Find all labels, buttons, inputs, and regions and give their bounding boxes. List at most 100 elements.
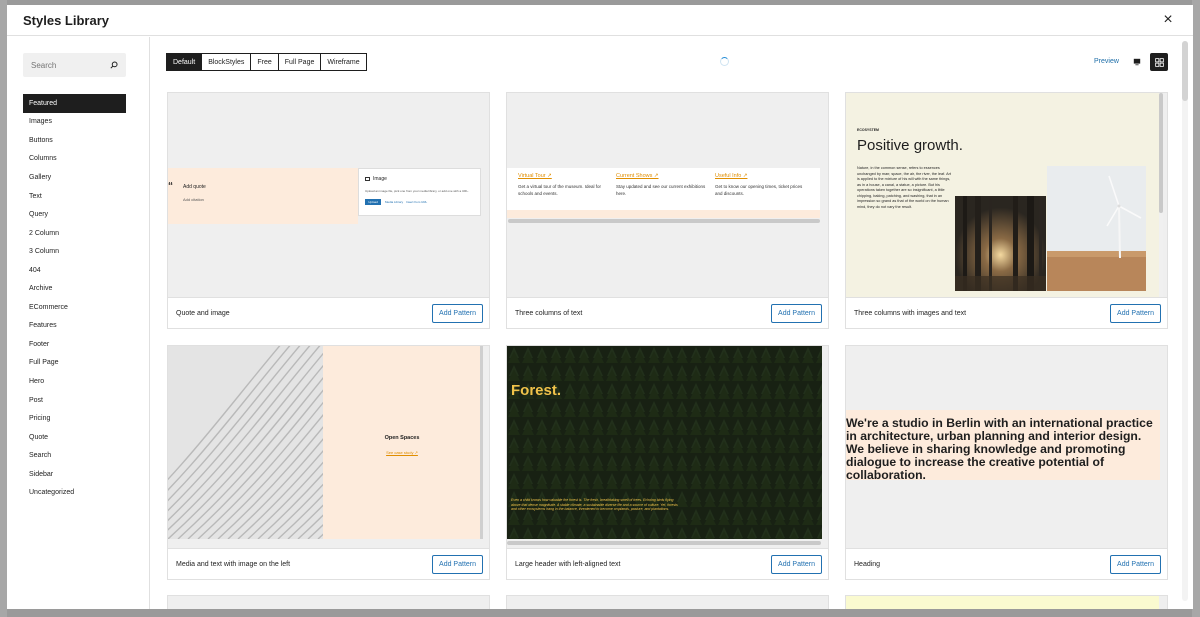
category-item[interactable]: Quote: [23, 428, 126, 447]
add-pattern-button[interactable]: Add Pattern: [771, 303, 822, 323]
loading-spinner-icon: [720, 57, 729, 66]
pattern-card-footer: Quote and image Add Pattern: [168, 298, 489, 328]
pattern-preview[interactable]: We're a studio in Berlin with an interna…: [846, 346, 1167, 549]
pattern-card[interactable]: ECOSYSTEM Positive growth. Nature, in th…: [845, 92, 1168, 329]
pattern-name: Three columns with images and text: [854, 309, 967, 317]
category-item[interactable]: Features: [23, 317, 126, 336]
preview-vscrollbar: [480, 346, 483, 539]
pattern-preview[interactable]: [168, 596, 489, 609]
tab-full-page[interactable]: Full Page: [277, 53, 322, 71]
media-text-panel: [323, 346, 481, 539]
search-box: [23, 53, 126, 77]
pattern-preview[interactable]: [846, 596, 1167, 609]
category-item[interactable]: 2 Column: [23, 224, 126, 243]
pattern-card[interactable]: Open Spaces See case study ↗ Media and t…: [167, 345, 490, 580]
upload-button: Upload: [365, 199, 381, 205]
category-item[interactable]: Hero: [23, 372, 126, 391]
quote-citation: Add citation: [183, 197, 204, 202]
add-pattern-button[interactable]: Add Pattern: [771, 554, 822, 574]
column-title: Current Shows ↗: [616, 173, 659, 179]
modal-title: Styles Library: [23, 12, 109, 28]
add-pattern-button[interactable]: Add Pattern: [1110, 554, 1161, 574]
category-item[interactable]: Pricing: [23, 409, 126, 428]
search-icon[interactable]: [110, 61, 118, 69]
category-item[interactable]: Columns: [23, 150, 126, 169]
tab-wireframe[interactable]: Wireframe: [320, 53, 367, 71]
category-item[interactable]: Buttons: [23, 131, 126, 150]
style-tabs: Default BlockStyles Free Full Page Wireframe: [166, 53, 367, 71]
column-desc: Stay updated and see our current exhibit…: [616, 184, 706, 196]
quote-block: [168, 168, 358, 224]
pattern-name: Heading: [854, 560, 881, 568]
pattern-card[interactable]: “ Add quote Add citation Image Upload an…: [167, 92, 490, 329]
category-item[interactable]: Gallery: [23, 168, 126, 187]
pattern-scrollbar[interactable]: [1182, 41, 1188, 601]
add-pattern-button[interactable]: Add Pattern: [432, 554, 483, 574]
pattern-card[interactable]: We're a studio in Berlin with an interna…: [845, 345, 1168, 580]
search-input[interactable]: [31, 60, 101, 70]
pattern-card-footer: Three columns with images and text Add P…: [846, 298, 1167, 328]
pattern-preview[interactable]: Forest. Even a child knows how valuable …: [507, 346, 828, 549]
category-item[interactable]: Footer: [23, 335, 126, 354]
pattern-area: Default BlockStyles Free Full Page Wireframe…: [151, 37, 1193, 609]
pattern-preview[interactable]: Virtual Tour ↗ Get a virtual tour of the…: [507, 93, 828, 298]
category-list: Featured Images Buttons Columns Gallery Text Q…: [23, 94, 126, 502]
image-icon: [365, 176, 370, 181]
media-text-title: Open Spaces: [384, 435, 420, 441]
category-item[interactable]: Query: [23, 205, 126, 224]
wind-turbine-image: [1047, 166, 1146, 291]
preview-vscrollbar: [1159, 93, 1163, 297]
category-item[interactable]: Featured: [23, 94, 126, 113]
media-text-link: See case study ↗: [386, 450, 418, 455]
add-pattern-button[interactable]: Add Pattern: [432, 303, 483, 323]
pattern-card[interactable]: Virtual Tour ↗ Get a virtual tour of the…: [506, 92, 829, 329]
grid-icon: [1154, 57, 1164, 67]
pattern-name: Three columns of text: [515, 309, 583, 317]
category-item[interactable]: 3 Column: [23, 242, 126, 261]
architecture-stripes-image: [168, 346, 323, 539]
category-item[interactable]: Post: [23, 391, 126, 410]
growth-title: Positive growth.: [857, 137, 963, 154]
pattern-card[interactable]: [167, 595, 490, 609]
pattern-preview[interactable]: ECOSYSTEM Positive growth. Nature, in th…: [846, 93, 1167, 298]
forest-title: Forest.: [511, 382, 562, 399]
scrollbar-thumb[interactable]: [1182, 41, 1188, 101]
add-pattern-button[interactable]: Add Pattern: [1110, 303, 1161, 323]
forest-sunlight-image: [955, 196, 1046, 291]
tab-default[interactable]: Default: [166, 53, 203, 71]
pattern-card-footer: Large header with left-aligned text Add …: [507, 549, 828, 579]
image-placeholder-desc: Upload an image file, pick one from your…: [365, 189, 469, 193]
preview-link[interactable]: Preview: [1094, 58, 1119, 65]
close-button[interactable]: ×: [1159, 11, 1177, 29]
pattern-card[interactable]: Forest. Even a child knows how valuable …: [506, 345, 829, 580]
category-item[interactable]: Images: [23, 113, 126, 132]
pattern-card-footer: Media and text with image on the left Ad…: [168, 549, 489, 579]
category-item[interactable]: Sidebar: [23, 465, 126, 484]
pattern-preview[interactable]: “ Add quote Add citation Image Upload an…: [168, 93, 489, 298]
category-item[interactable]: Full Page: [23, 354, 126, 373]
category-item[interactable]: Uncategorized: [23, 483, 126, 502]
column: Current Shows ↗ Stay updated and see our…: [616, 173, 711, 198]
grid-view-button[interactable]: [1150, 53, 1168, 71]
pattern-preview[interactable]: Open Spaces See case study ↗: [168, 346, 489, 549]
category-item[interactable]: Archive: [23, 279, 126, 298]
desktop-view-button[interactable]: [1128, 53, 1146, 71]
tab-blockstyles[interactable]: BlockStyles: [201, 53, 252, 71]
category-item[interactable]: 404: [23, 261, 126, 280]
pattern-card[interactable]: [845, 595, 1168, 609]
column-desc: Get a virtual tour of the museum. Ideal …: [518, 184, 602, 196]
tab-free[interactable]: Free: [250, 53, 279, 71]
preview-hscrollbar: [507, 541, 821, 545]
pattern-card-footer: Heading Add Pattern: [846, 549, 1167, 579]
media-library-link: Media Library: [385, 200, 404, 204]
desktop-icon: [1133, 58, 1141, 66]
column-title: Useful Info ↗: [715, 173, 748, 179]
modal-header: Styles Library ×: [7, 5, 1193, 36]
column: Virtual Tour ↗ Get a virtual tour of the…: [518, 173, 613, 198]
category-item[interactable]: Text: [23, 187, 126, 206]
heading-text: We're a studio in Berlin with an interna…: [846, 416, 1153, 483]
pattern-preview[interactable]: [507, 596, 828, 609]
category-item[interactable]: Search: [23, 446, 126, 465]
category-item[interactable]: ECommerce: [23, 298, 126, 317]
pattern-card[interactable]: [506, 595, 829, 609]
